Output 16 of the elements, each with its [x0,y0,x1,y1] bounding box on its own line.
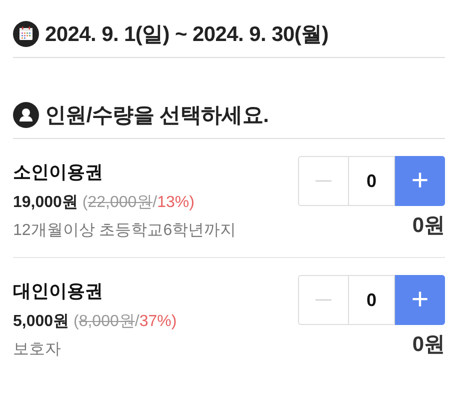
section-title: 인원/수량을 선택하세요. [45,103,269,129]
ticket-name: 대인이용권 [13,280,104,302]
calendar-icon [13,21,39,47]
quantity-field[interactable]: 0 [348,275,395,325]
section-title: 2024. 9. 1(일) ~ 2024. 9. 30(월) [45,22,328,48]
person-icon [13,102,39,128]
quantity-field[interactable]: 0 [348,156,395,206]
ticket-price: 5,000원 (8,000원/37%) [13,312,177,332]
ticket-total: 0원 [412,214,445,238]
increase-button[interactable]: + [395,156,445,206]
ticket-description: 12개월이상 초등학교6학년까지 [13,221,236,241]
increase-button[interactable]: + [395,275,445,325]
ticket-total: 0원 [412,333,445,357]
ticket-description: 보호자 [13,340,62,360]
ticket-name: 소인이용권 [13,161,104,183]
ticket-price: 19,000원 (22,000원/13%) [13,193,196,213]
